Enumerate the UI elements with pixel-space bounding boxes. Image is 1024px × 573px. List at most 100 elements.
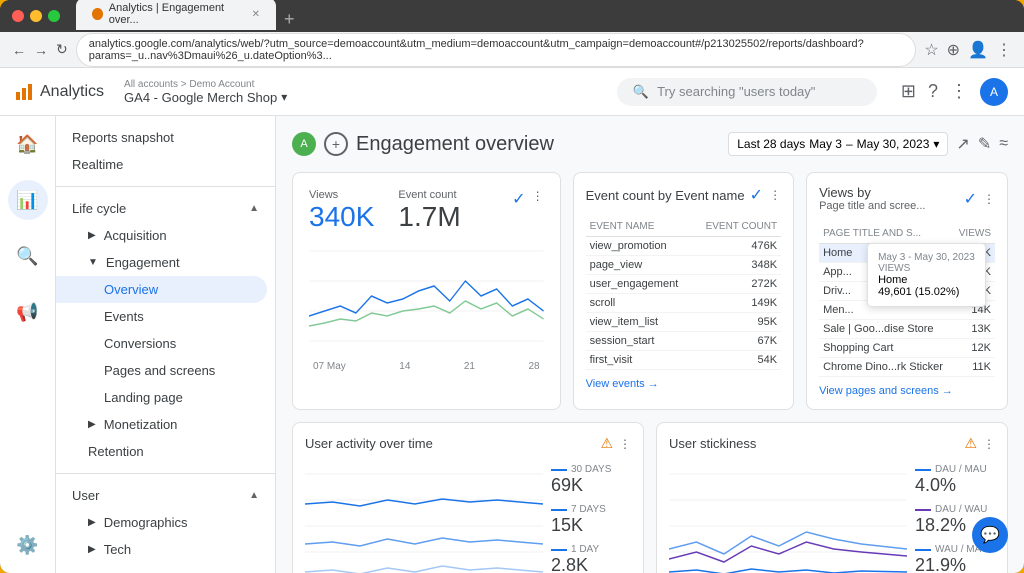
views-by-title: Views by: [819, 185, 925, 200]
sidebar-icon-rail: 🏠 📊 🔍 📢 ⚙️: [0, 116, 56, 573]
table-row: view_item_list95K: [586, 313, 781, 332]
date-from: May 3: [809, 137, 842, 151]
event-col2-header: EVENT COUNT: [693, 217, 781, 237]
sidebar-item-user[interactable]: User ▲: [56, 482, 275, 509]
table-row: page_view348K: [586, 256, 781, 275]
sidebar-item-lifecycle[interactable]: Life cycle ▲: [56, 195, 275, 222]
tooltip-date: May 3 - May 30, 2023: [878, 252, 975, 263]
user-activity-more-icon[interactable]: ⋮: [619, 437, 631, 451]
sidebar-label-lifecycle: Life cycle: [72, 201, 126, 216]
user-activity-legend: 30 DAYS 69K 7 DAYS 15K: [551, 464, 631, 573]
event-count-card: Event count by Event name ✓ ⋮ EVENT NAME…: [573, 172, 794, 410]
sidebar-item-acquisition[interactable]: ▶ Acquisition: [56, 222, 267, 249]
chevron-up-icon: ▲: [249, 203, 259, 214]
views-more-icon[interactable]: ⋮: [532, 189, 544, 203]
sidebar-item-landing-page[interactable]: Landing page: [56, 384, 267, 411]
view-events-link[interactable]: View events →: [586, 378, 781, 390]
legend-dau-mau-value: 4.0%: [915, 475, 995, 496]
chat-bubble-btn[interactable]: 💬: [972, 517, 1008, 553]
share-icon[interactable]: ↗: [956, 134, 969, 154]
settings-icon-btn[interactable]: ⚙️: [8, 525, 48, 565]
sidebar-item-demographics[interactable]: ▶ Demographics: [56, 509, 267, 536]
page-title: Engagement overview: [356, 133, 554, 156]
advertise-icon-btn[interactable]: 📢: [8, 292, 48, 332]
browser-tab[interactable]: Analytics | Engagement over... ✕: [76, 0, 276, 30]
views-by-more-icon[interactable]: ⋮: [983, 192, 995, 206]
tab-close-btn[interactable]: ✕: [252, 9, 260, 20]
search-icon: 🔍: [633, 84, 649, 100]
event-count-value: 1.7M: [398, 201, 460, 233]
sidebar-label-realtime: Realtime: [72, 157, 123, 172]
refresh-btn[interactable]: ↻: [56, 41, 68, 58]
date-dropdown-icon[interactable]: ▾: [933, 137, 939, 151]
menu-icon[interactable]: ⋮: [996, 40, 1012, 60]
legend-1d-value: 2.8K: [551, 555, 631, 573]
search-placeholder: Try searching "users today": [657, 84, 815, 99]
sidebar-item-reports-snapshot[interactable]: Reports snapshot: [56, 124, 267, 151]
sidebar-item-conversions[interactable]: Conversions: [56, 330, 267, 357]
sidebar-label-pages-screens: Pages and screens: [104, 363, 215, 378]
new-tab-btn[interactable]: +: [284, 9, 295, 30]
stickiness-chart: [669, 464, 907, 573]
views-by-col2-header: VIEWS: [953, 224, 995, 244]
back-btn[interactable]: ←: [12, 42, 26, 58]
table-row: Shopping Cart12K: [819, 339, 995, 358]
bookmark-icon[interactable]: ☆: [924, 40, 938, 60]
tooltip-value: 49,601 (15.02%): [878, 286, 975, 298]
event-more-icon[interactable]: ⋮: [769, 188, 781, 202]
insights-icon[interactable]: ≈: [999, 135, 1008, 153]
analytics-logo: Analytics: [16, 83, 104, 101]
views-card: Views 340K Event count 1.7M ✓ ⋮: [292, 172, 561, 410]
views-value: 340K: [309, 201, 374, 233]
sidebar-label-retention: Retention: [88, 444, 144, 459]
user-initial-circle: A: [292, 132, 316, 156]
analytics-label: Analytics: [40, 83, 104, 101]
stickiness-more-icon[interactable]: ⋮: [983, 437, 995, 451]
user-activity-chart: [305, 464, 543, 573]
sidebar-label-conversions: Conversions: [104, 336, 176, 351]
search-box[interactable]: 🔍 Try searching "users today": [617, 78, 877, 106]
add-comparison-btn[interactable]: +: [324, 132, 348, 156]
tab-label: Analytics | Engagement over...: [109, 2, 242, 26]
event-check-icon: ✓: [750, 185, 763, 205]
forward-btn[interactable]: →: [34, 42, 48, 58]
views-by-card: Views by Page title and scree... ✓ ⋮: [806, 172, 1008, 410]
sidebar-nav: Reports snapshot Realtime Life cycle ▲ ▶…: [56, 116, 276, 573]
address-bar-input[interactable]: analytics.google.com/analytics/web/?utm_…: [76, 33, 917, 67]
home-icon-btn[interactable]: 🏠: [8, 124, 48, 164]
event-count-label: Event count: [398, 189, 460, 201]
sidebar-item-events[interactable]: Events: [56, 303, 267, 330]
property-dropdown-icon[interactable]: ▾: [281, 90, 287, 104]
date-range-selector[interactable]: Last 28 days May 3 – May 30, 2023 ▾: [728, 132, 948, 156]
sidebar-item-monetization[interactable]: ▶ Monetization: [56, 411, 267, 438]
views-by-check-icon: ✓: [964, 189, 977, 209]
sidebar-label-reports-snapshot: Reports snapshot: [72, 130, 174, 145]
sidebar-item-engagement[interactable]: ▼ Engagement: [56, 249, 267, 276]
views-check-icon: ✓: [512, 189, 525, 209]
sidebar-item-tech[interactable]: ▶ Tech: [56, 536, 267, 563]
account-icon[interactable]: 👤: [968, 40, 988, 60]
property-selector[interactable]: GA4 - Google Merch Shop ▾: [124, 90, 287, 105]
tooltip: May 3 - May 30, 2023 VIEWS Home 49,601 (…: [867, 243, 986, 307]
grid-icon[interactable]: ⊞: [901, 81, 916, 102]
legend-30d-value: 69K: [551, 475, 631, 496]
sidebar-item-realtime[interactable]: Realtime: [56, 151, 267, 178]
sidebar-item-pages-screens[interactable]: Pages and screens: [56, 357, 267, 384]
views-chart: [309, 241, 544, 351]
extension-icon[interactable]: ⊕: [947, 40, 960, 60]
more-vert-icon[interactable]: ⋮: [950, 81, 968, 102]
chevron-down-icon: ▼: [88, 257, 98, 268]
view-pages-link[interactable]: View pages and screens →: [819, 385, 995, 397]
edit-icon[interactable]: ✎: [978, 134, 991, 154]
explore-icon-btn[interactable]: 🔍: [8, 236, 48, 276]
sidebar-label-acquisition: Acquisition: [104, 228, 167, 243]
reports-icon-btn[interactable]: 📊: [8, 180, 48, 220]
user-avatar[interactable]: A: [980, 78, 1008, 106]
chevron-right-icon4: ▶: [88, 544, 96, 555]
sidebar-label-engagement: Engagement: [106, 255, 180, 270]
content-area: A + Engagement overview Last 28 days May…: [276, 116, 1024, 573]
help-icon[interactable]: ?: [928, 81, 938, 102]
sidebar-item-overview[interactable]: Overview: [56, 276, 267, 303]
sidebar-item-retention[interactable]: Retention: [56, 438, 267, 465]
table-row: view_promotion476K: [586, 237, 781, 256]
